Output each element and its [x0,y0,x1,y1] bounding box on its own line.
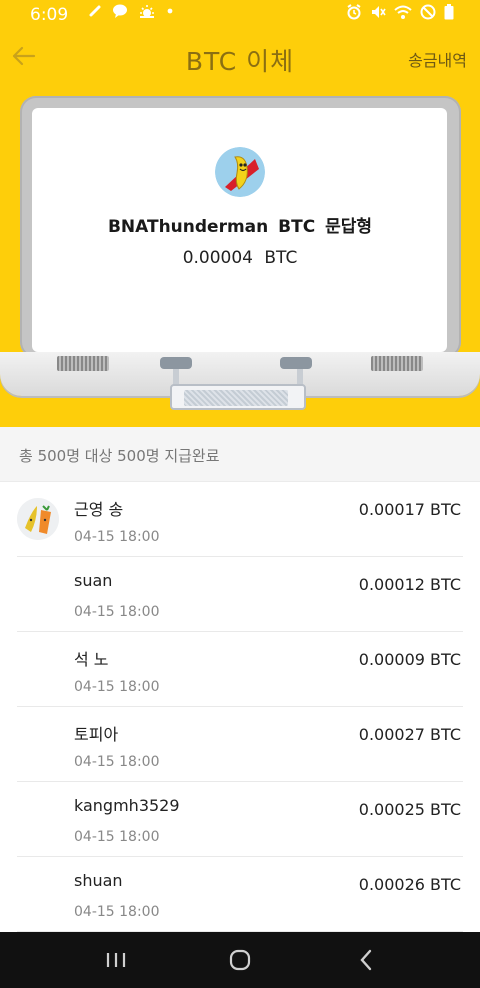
dot-icon [166,4,174,22]
hinge-right [280,357,312,369]
transfer-history-link[interactable]: 송금내역 [408,47,467,71]
weather-icon [138,4,156,22]
recipient-name: 근영 송 [74,500,124,519]
link-icon [88,4,102,22]
back-nav-button[interactable] [326,932,406,988]
recipient-name: kangmh3529 [74,796,180,815]
vent-left [57,356,109,371]
wifi-icon [394,4,412,24]
home-button[interactable] [200,932,280,988]
transfer-amount: 0.00004 BTC [182,248,298,268]
transaction-time: 04-15 18:00 [74,604,160,620]
transaction-amount: 0.00027 BTC [358,725,461,744]
transaction-amount: 0.00017 BTC [358,500,461,519]
status-bar: 6:09 [0,0,480,30]
transaction-amount: 0.00026 BTC [358,875,461,894]
avatar-illustration-icon [17,498,59,540]
handle-grip [184,390,288,406]
list-item[interactable]: 석 노 04-15 18:00 0.00009 BTC [17,632,463,707]
list-item[interactable]: suan 04-15 18:00 0.00012 BTC [17,557,463,632]
recipient-name: 토피아 [74,725,119,744]
transaction-amount: 0.00009 BTC [358,650,461,669]
system-nav-bar [0,932,480,988]
transaction-time: 04-15 18:00 [74,829,160,845]
dnd-icon [420,4,436,24]
list-item[interactable]: shuan 04-15 18:00 0.00026 BTC [17,857,463,932]
home-icon [229,949,251,971]
status-time: 6:09 [30,5,69,25]
vent-right [371,356,423,371]
list-item[interactable]: 근영 송 04-15 18:00 0.00017 BTC [17,482,463,557]
transaction-amount: 0.00025 BTC [358,800,461,819]
transaction-list: 근영 송 04-15 18:00 0.00017 BTC suan 04-15 … [17,482,463,932]
recipient-name: 석 노 [74,650,109,669]
transaction-time: 04-15 18:00 [74,904,160,920]
payout-summary: 총 500명 대상 500명 지급완료 [0,427,480,482]
mute-icon [370,4,386,24]
chat-icon [112,4,128,22]
transaction-time: 04-15 18:00 [74,679,160,695]
alarm-icon [346,4,362,24]
recent-apps-icon [106,953,126,967]
list-item[interactable]: kangmh3529 04-15 18:00 0.00025 BTC [17,782,463,857]
user-avatar [17,498,59,540]
recipient-name: suan [74,571,113,590]
app-root: 6:09 BTC 이체 송금내역 BNAThunderman BTC 문답형 0… [0,0,480,988]
recent-apps-button[interactable] [76,932,156,988]
transaction-amount: 0.00012 BTC [358,575,461,594]
back-nav-icon [360,949,372,971]
sender-name: BNAThunderman BTC 문답형 [107,217,373,237]
banana-character-icon [215,147,265,197]
transaction-time: 04-15 18:00 [74,754,160,770]
list-item[interactable]: 토피아 04-15 18:00 0.00027 BTC [17,707,463,782]
sender-avatar [215,147,265,197]
recipient-name: shuan [74,871,123,890]
hinge-left [160,357,192,369]
battery-icon [444,4,454,24]
transaction-time: 04-15 18:00 [74,529,160,545]
